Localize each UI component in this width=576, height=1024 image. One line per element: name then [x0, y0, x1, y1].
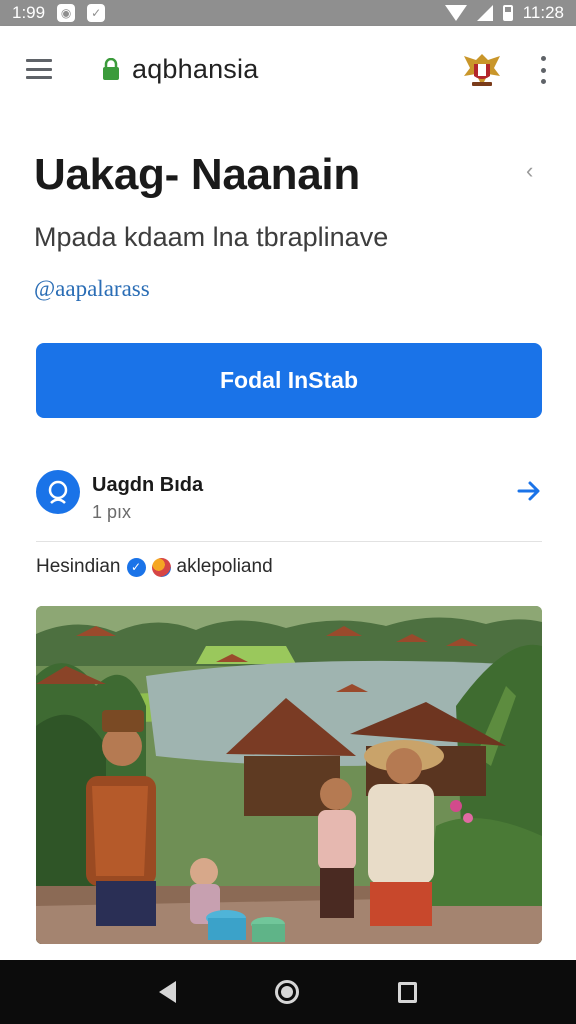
chevron-left-icon[interactable]: ‹	[526, 158, 533, 184]
lock-icon	[103, 58, 119, 80]
battery-icon	[502, 5, 513, 21]
tag-label: Hesindian	[36, 556, 121, 577]
globe-icon	[151, 557, 171, 577]
avatar	[36, 470, 80, 514]
browser-toolbar: aqbhansia	[0, 26, 576, 114]
profile-name: Uagdn Bıda	[92, 474, 204, 496]
status-time-right: 11:28	[522, 3, 564, 22]
primary-button[interactable]: Fodal InStab	[36, 343, 542, 418]
tag-row: Hesindian ✓ aklepoliand	[36, 554, 273, 580]
status-right: 11:28	[444, 3, 564, 23]
recents-icon[interactable]	[397, 981, 417, 1003]
profile-row[interactable]: Uagdn Bıda 1 pıx	[36, 470, 542, 532]
url-text[interactable]: aqbhansia	[132, 54, 258, 85]
status-bar: 1:99 ◉ ✓ 11:28	[0, 0, 576, 26]
page-title: Uakag- Naanain	[34, 150, 360, 199]
tag-sublabel: aklepoliand	[176, 556, 273, 577]
back-icon[interactable]	[159, 981, 177, 1003]
verified-icon: ✓	[126, 557, 146, 577]
home-icon[interactable]	[274, 980, 299, 1004]
menu-icon[interactable]	[26, 59, 52, 79]
wifi-icon	[444, 5, 467, 21]
more-options-icon[interactable]	[538, 56, 548, 84]
signal-icon	[476, 5, 493, 21]
village-photo[interactable]	[36, 606, 542, 944]
divider	[36, 541, 542, 542]
user-icon	[48, 480, 68, 504]
profile-meta: 1 pıx	[92, 502, 132, 522]
page-content: Uakag- Naanain ‹ Mpada kdaam lna tbrapli…	[0, 114, 576, 960]
page-subtitle: Mpada kdaam lna tbraplinave	[34, 222, 389, 252]
status-left: 1:99 ◉ ✓	[12, 3, 106, 23]
notification-icon: ◉	[57, 4, 76, 22]
arrow-right-icon[interactable]	[516, 478, 542, 504]
emblem-icon	[464, 54, 500, 86]
message-icon: ✓	[87, 4, 106, 22]
handle-link[interactable]: @aapalarass	[34, 276, 150, 302]
navigation-bar	[0, 960, 576, 1024]
status-time-left: 1:99	[12, 3, 46, 22]
